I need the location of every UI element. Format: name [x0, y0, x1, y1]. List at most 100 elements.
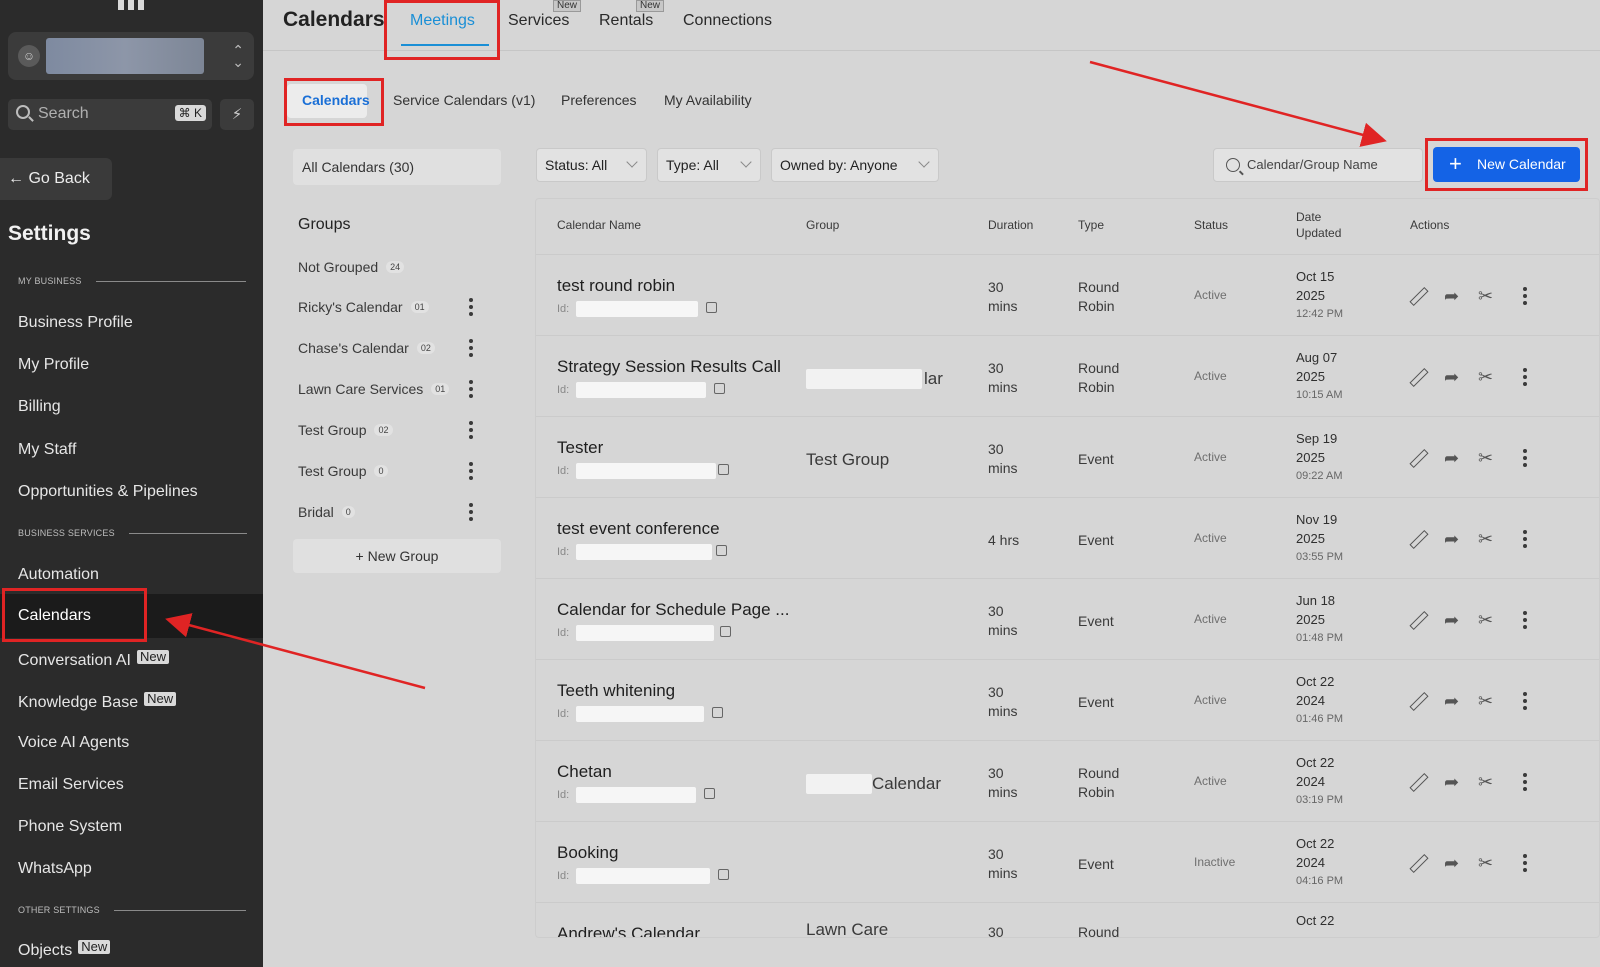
all-calendars-item[interactable]: All Calendars (30): [293, 149, 501, 185]
copy-icon[interactable]: [714, 383, 725, 394]
edit-icon[interactable]: [1408, 610, 1428, 630]
calendar-name[interactable]: test round robin: [557, 276, 675, 296]
sidebar-item-conversation-ai[interactable]: Conversation AI New: [18, 650, 169, 670]
table-row[interactable]: Andrew's Calendar Lawn Care 30 Round Oct…: [536, 902, 1599, 937]
edit-icon[interactable]: [1408, 691, 1428, 711]
group-item[interactable]: Lawn Care Services 01: [298, 381, 450, 397]
sidebar-item-email-services[interactable]: Email Services: [18, 776, 124, 794]
tools-icon[interactable]: ✂: [1478, 286, 1498, 306]
edit-icon[interactable]: [1408, 529, 1428, 549]
table-row[interactable]: Teeth whitening Id: 30 mins Event Active …: [536, 659, 1599, 740]
more-vertical-icon[interactable]: [1523, 530, 1527, 548]
more-vertical-icon[interactable]: [469, 380, 473, 398]
more-vertical-icon[interactable]: [1523, 449, 1527, 467]
tab-services[interactable]: Services: [508, 12, 569, 30]
more-vertical-icon[interactable]: [469, 339, 473, 357]
group-item[interactable]: Ricky's Calendar 01: [298, 299, 429, 315]
calendar-search-input[interactable]: Calendar/Group Name: [1213, 148, 1423, 182]
edit-icon[interactable]: [1408, 448, 1428, 468]
sidebar-item-my-staff[interactable]: My Staff: [18, 441, 76, 459]
table-row[interactable]: Chetan Id: Calendar 30 mins Round Robin Ac…: [536, 740, 1599, 821]
calendar-name[interactable]: Chetan: [557, 762, 612, 782]
copy-icon[interactable]: [718, 869, 729, 880]
tab-connections[interactable]: Connections: [683, 12, 772, 30]
copy-icon[interactable]: [704, 788, 715, 799]
calendar-name[interactable]: Calendar for Schedule Page ...: [557, 600, 789, 620]
sidebar-item-objects[interactable]: Objects New: [18, 940, 111, 960]
table-row[interactable]: Tester Id: Test Group 30 mins Event Activ…: [536, 416, 1599, 497]
sidebar-item-phone-system[interactable]: Phone System: [18, 818, 122, 836]
copy-icon[interactable]: [706, 302, 717, 313]
share-icon[interactable]: ➦: [1444, 691, 1464, 711]
tools-icon[interactable]: ✂: [1478, 772, 1498, 792]
table-row[interactable]: Booking Id: 30 mins Event Inactive Oct 22…: [536, 821, 1599, 902]
share-icon[interactable]: ➦: [1444, 610, 1464, 630]
group-item[interactable]: Not Grouped 24: [298, 259, 405, 275]
calendar-name[interactable]: Andrew's Calendar: [557, 924, 700, 937]
table-row[interactable]: Strategy Session Results Call Id: lar 30…: [536, 335, 1599, 416]
copy-icon[interactable]: [716, 545, 727, 556]
more-vertical-icon[interactable]: [1523, 368, 1527, 386]
share-icon[interactable]: ➦: [1444, 286, 1464, 306]
group-item[interactable]: Chase's Calendar 02: [298, 340, 435, 356]
sidebar-item-my-profile[interactable]: My Profile: [18, 356, 89, 374]
share-icon[interactable]: ➦: [1444, 772, 1464, 792]
group-item[interactable]: Bridal 0: [298, 504, 355, 520]
new-group-button[interactable]: + New Group: [293, 539, 501, 573]
share-icon[interactable]: ➦: [1444, 448, 1464, 468]
tools-icon[interactable]: ✂: [1478, 691, 1498, 711]
owned-by-filter[interactable]: Owned by: Anyone: [771, 148, 939, 182]
share-icon[interactable]: ➦: [1444, 853, 1464, 873]
copy-icon[interactable]: [720, 626, 731, 637]
share-icon[interactable]: ➦: [1444, 529, 1464, 549]
subtab-preferences[interactable]: Preferences: [561, 92, 636, 108]
sidebar-item-automation[interactable]: Automation: [18, 566, 99, 584]
group-item[interactable]: Test Group 02: [298, 422, 393, 438]
calendar-name[interactable]: Strategy Session Results Call: [557, 357, 781, 377]
sidebar-item-opportunities[interactable]: Opportunities & Pipelines: [18, 483, 198, 501]
sidebar-item-voice-ai[interactable]: Voice AI Agents: [18, 734, 129, 752]
tools-icon[interactable]: ✂: [1478, 448, 1498, 468]
sidebar-item-billing[interactable]: Billing: [18, 398, 61, 416]
calendar-name[interactable]: Booking: [557, 843, 618, 863]
lightning-icon[interactable]: ⚡: [220, 99, 254, 130]
tools-icon[interactable]: ✂: [1478, 367, 1498, 387]
tools-icon[interactable]: ✂: [1478, 853, 1498, 873]
copy-icon[interactable]: [712, 707, 723, 718]
status-filter[interactable]: Status: All: [536, 148, 647, 182]
account-switcher[interactable]: ☺ ⌃ ⌄: [8, 32, 254, 80]
more-vertical-icon[interactable]: [469, 421, 473, 439]
more-vertical-icon[interactable]: [469, 462, 473, 480]
go-back-button[interactable]: ← Go Back: [0, 158, 112, 200]
edit-icon[interactable]: [1408, 367, 1428, 387]
type-filter[interactable]: Type: All: [657, 148, 761, 182]
table-row[interactable]: test round robin Id: 30 mins Round Robin A…: [536, 254, 1599, 335]
edit-icon[interactable]: [1408, 772, 1428, 792]
calendar-name[interactable]: Teeth whitening: [557, 681, 675, 701]
tools-icon[interactable]: ✂: [1478, 610, 1498, 630]
edit-icon[interactable]: [1408, 853, 1428, 873]
group-item[interactable]: Test Group 0: [298, 463, 388, 479]
more-vertical-icon[interactable]: [469, 503, 473, 521]
calendar-name[interactable]: Tester: [557, 438, 603, 458]
copy-icon[interactable]: [718, 464, 729, 475]
sidebar-search[interactable]: Search ⌘ K: [8, 99, 212, 130]
more-vertical-icon[interactable]: [469, 298, 473, 316]
more-vertical-icon[interactable]: [1523, 854, 1527, 872]
more-vertical-icon[interactable]: [1523, 287, 1527, 305]
more-vertical-icon[interactable]: [1523, 611, 1527, 629]
table-row[interactable]: test event conference Id: 4 hrs Event Ac…: [536, 497, 1599, 578]
sidebar-item-business-profile[interactable]: Business Profile: [18, 314, 133, 332]
share-icon[interactable]: ➦: [1444, 367, 1464, 387]
sidebar-item-knowledge-base[interactable]: Knowledge Base New: [18, 692, 177, 712]
more-vertical-icon[interactable]: [1523, 773, 1527, 791]
tab-rentals[interactable]: Rentals: [599, 12, 653, 30]
more-vertical-icon[interactable]: [1523, 692, 1527, 710]
edit-icon[interactable]: [1408, 286, 1428, 306]
calendar-name[interactable]: test event conference: [557, 519, 720, 539]
tools-icon[interactable]: ✂: [1478, 529, 1498, 549]
table-row[interactable]: Calendar for Schedule Page ... Id: 30 min…: [536, 578, 1599, 659]
subtab-my-availability[interactable]: My Availability: [664, 92, 752, 108]
sidebar-item-whatsapp[interactable]: WhatsApp: [18, 860, 92, 878]
subtab-service-calendars[interactable]: Service Calendars (v1): [393, 92, 535, 108]
